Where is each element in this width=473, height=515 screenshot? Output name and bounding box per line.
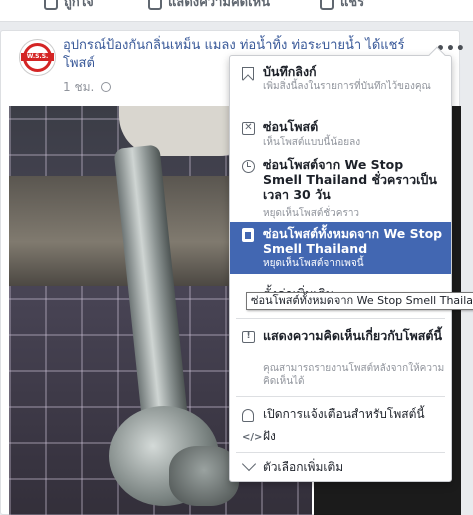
feedback-icon: ! bbox=[242, 331, 255, 343]
share-button[interactable]: แชร์ bbox=[320, 0, 364, 12]
menu-item-subtitle: เพิ่มสิ่งนี้ลงในรายการที่บันทึกไว้ของคุณ bbox=[263, 81, 431, 92]
menu-item-turn-on-notifications[interactable]: เปิดการแจ้งเตือนสำหรับโพสต์นี้ bbox=[230, 406, 451, 424]
globe-icon bbox=[101, 82, 112, 92]
clock-icon bbox=[242, 160, 255, 173]
menu-item-title: ตัวเลือกเพิ่มเติม bbox=[263, 460, 344, 474]
comment-icon bbox=[148, 0, 162, 10]
menu-item-snooze[interactable]: ซ่อนโพสต์จาก We Stop Smell Thailand ชั่ว… bbox=[230, 157, 451, 221]
share-label: แชร์ bbox=[340, 0, 365, 10]
hide-post-icon: ✕ bbox=[242, 122, 255, 135]
menu-item-subtitle: หยุดเห็นโพสต์ชั่วคราว bbox=[263, 208, 360, 219]
menu-item-title: ซ่อนโพสต์ bbox=[263, 119, 319, 134]
like-icon bbox=[44, 0, 58, 10]
menu-item-subtitle: หยุดเห็นโพสต์จากเพจนี้ bbox=[263, 258, 364, 269]
menu-item-title: แสดงความคิดเห็นเกี่ยวกับโพสต์นี้ bbox=[263, 328, 443, 343]
like-label: ถูกใจ bbox=[64, 0, 94, 10]
share-icon bbox=[320, 0, 334, 10]
post-options-menu: บันทึกลิงก์ เพิ่มสิ่งนี้ลงในรายการที่บัน… bbox=[229, 46, 452, 482]
facebook-feed: ถูกใจ แสดงความคิดเห็น แชร์ W.S.S. อุปกรณ… bbox=[0, 0, 473, 515]
menu-item-more-options[interactable]: ตัวเลือกเพิ่มเติม bbox=[230, 456, 451, 477]
bell-icon bbox=[242, 409, 254, 422]
previous-post-action-bar: ถูกใจ แสดงความคิดเห็น แชร์ bbox=[0, 0, 473, 22]
menu-divider bbox=[236, 318, 445, 319]
menu-item-subtitle: เห็นโพสต์แบบนี้น้อยลง bbox=[263, 137, 361, 148]
embed-icon: </> bbox=[242, 432, 263, 443]
post-time[interactable]: 1 ชม. bbox=[63, 80, 94, 94]
menu-divider bbox=[236, 452, 445, 453]
comment-button[interactable]: แสดงความคิดเห็น bbox=[148, 0, 270, 12]
chevron-down-icon bbox=[241, 456, 257, 472]
comment-label: แสดงความคิดเห็น bbox=[168, 0, 271, 10]
menu-item-unfollow[interactable]: ซ่อนโพสต์ทั้งหมดจาก We Stop Smell Thaila… bbox=[230, 222, 451, 274]
menu-item-embed[interactable]: </> ฝัง bbox=[230, 428, 451, 446]
avatar[interactable]: W.S.S. bbox=[19, 39, 56, 76]
menu-item-title: บันทึกลิงก์ bbox=[263, 64, 317, 79]
menu-item-hide-post[interactable]: ✕ ซ่อนโพสต์ เห็นโพสต์แบบนี้น้อยลง bbox=[230, 119, 451, 151]
unfollow-icon bbox=[242, 228, 254, 242]
menu-item-title: ฝัง bbox=[263, 429, 276, 443]
menu-divider bbox=[236, 396, 445, 397]
menu-item-title: เปิดการแจ้งเตือนสำหรับโพสต์นี้ bbox=[263, 407, 425, 421]
menu-item-give-feedback[interactable]: ! แสดงความคิดเห็นเกี่ยวกับโพสต์นี้ คุณสา… bbox=[230, 328, 451, 390]
tooltip: ซ่อนโพสต์ทั้งหมดจาก We Stop Smell Thaila… bbox=[246, 292, 473, 310]
avatar-logo-text: W.S.S. bbox=[21, 53, 54, 61]
menu-item-save-link[interactable]: บันทึกลิงก์ เพิ่มสิ่งนี้ลงในรายการที่บัน… bbox=[230, 64, 451, 106]
like-button[interactable]: ถูกใจ bbox=[44, 0, 94, 12]
menu-item-title: ซ่อนโพสต์จาก We Stop Smell Thailand ชั่ว… bbox=[263, 157, 437, 202]
post-meta: 1 ชม. bbox=[63, 78, 112, 97]
bookmark-icon bbox=[242, 67, 254, 80]
menu-item-subtitle: คุณสามารถรายงานโพสต์หลังจากให้ความคิดเห็… bbox=[263, 363, 445, 387]
menu-item-title: ซ่อนโพสต์ทั้งหมดจาก We Stop Smell Thaila… bbox=[263, 226, 443, 256]
